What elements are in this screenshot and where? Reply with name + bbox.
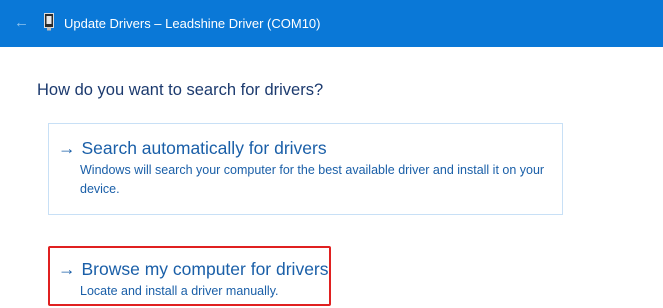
option-title: → Browse my computer for drivers [58, 259, 329, 280]
option-description: Windows will search your computer for th… [80, 163, 545, 196]
option-title: → Search automatically for drivers [58, 138, 327, 159]
search-automatically-option[interactable]: → Search automatically for drivers Window… [48, 123, 563, 215]
arrow-right-icon: → [58, 138, 76, 158]
usb-device-icon [44, 13, 54, 31]
option-description: Locate and install a driver manually. [80, 284, 279, 298]
back-arrow-icon[interactable]: ← [14, 14, 29, 32]
option-title-text: Search automatically for drivers [81, 138, 327, 158]
page-heading: How do you want to search for drivers? [37, 81, 324, 99]
window-title: Update Drivers – Leadshine Driver (COM10… [64, 16, 321, 31]
window-titlebar: ← Update Drivers – Leadshine Driver (COM… [0, 0, 663, 47]
option-title-text: Browse my computer for drivers [81, 259, 329, 279]
browse-computer-option[interactable]: → Browse my computer for drivers Locate a… [48, 246, 331, 306]
arrow-right-icon: → [58, 259, 76, 279]
